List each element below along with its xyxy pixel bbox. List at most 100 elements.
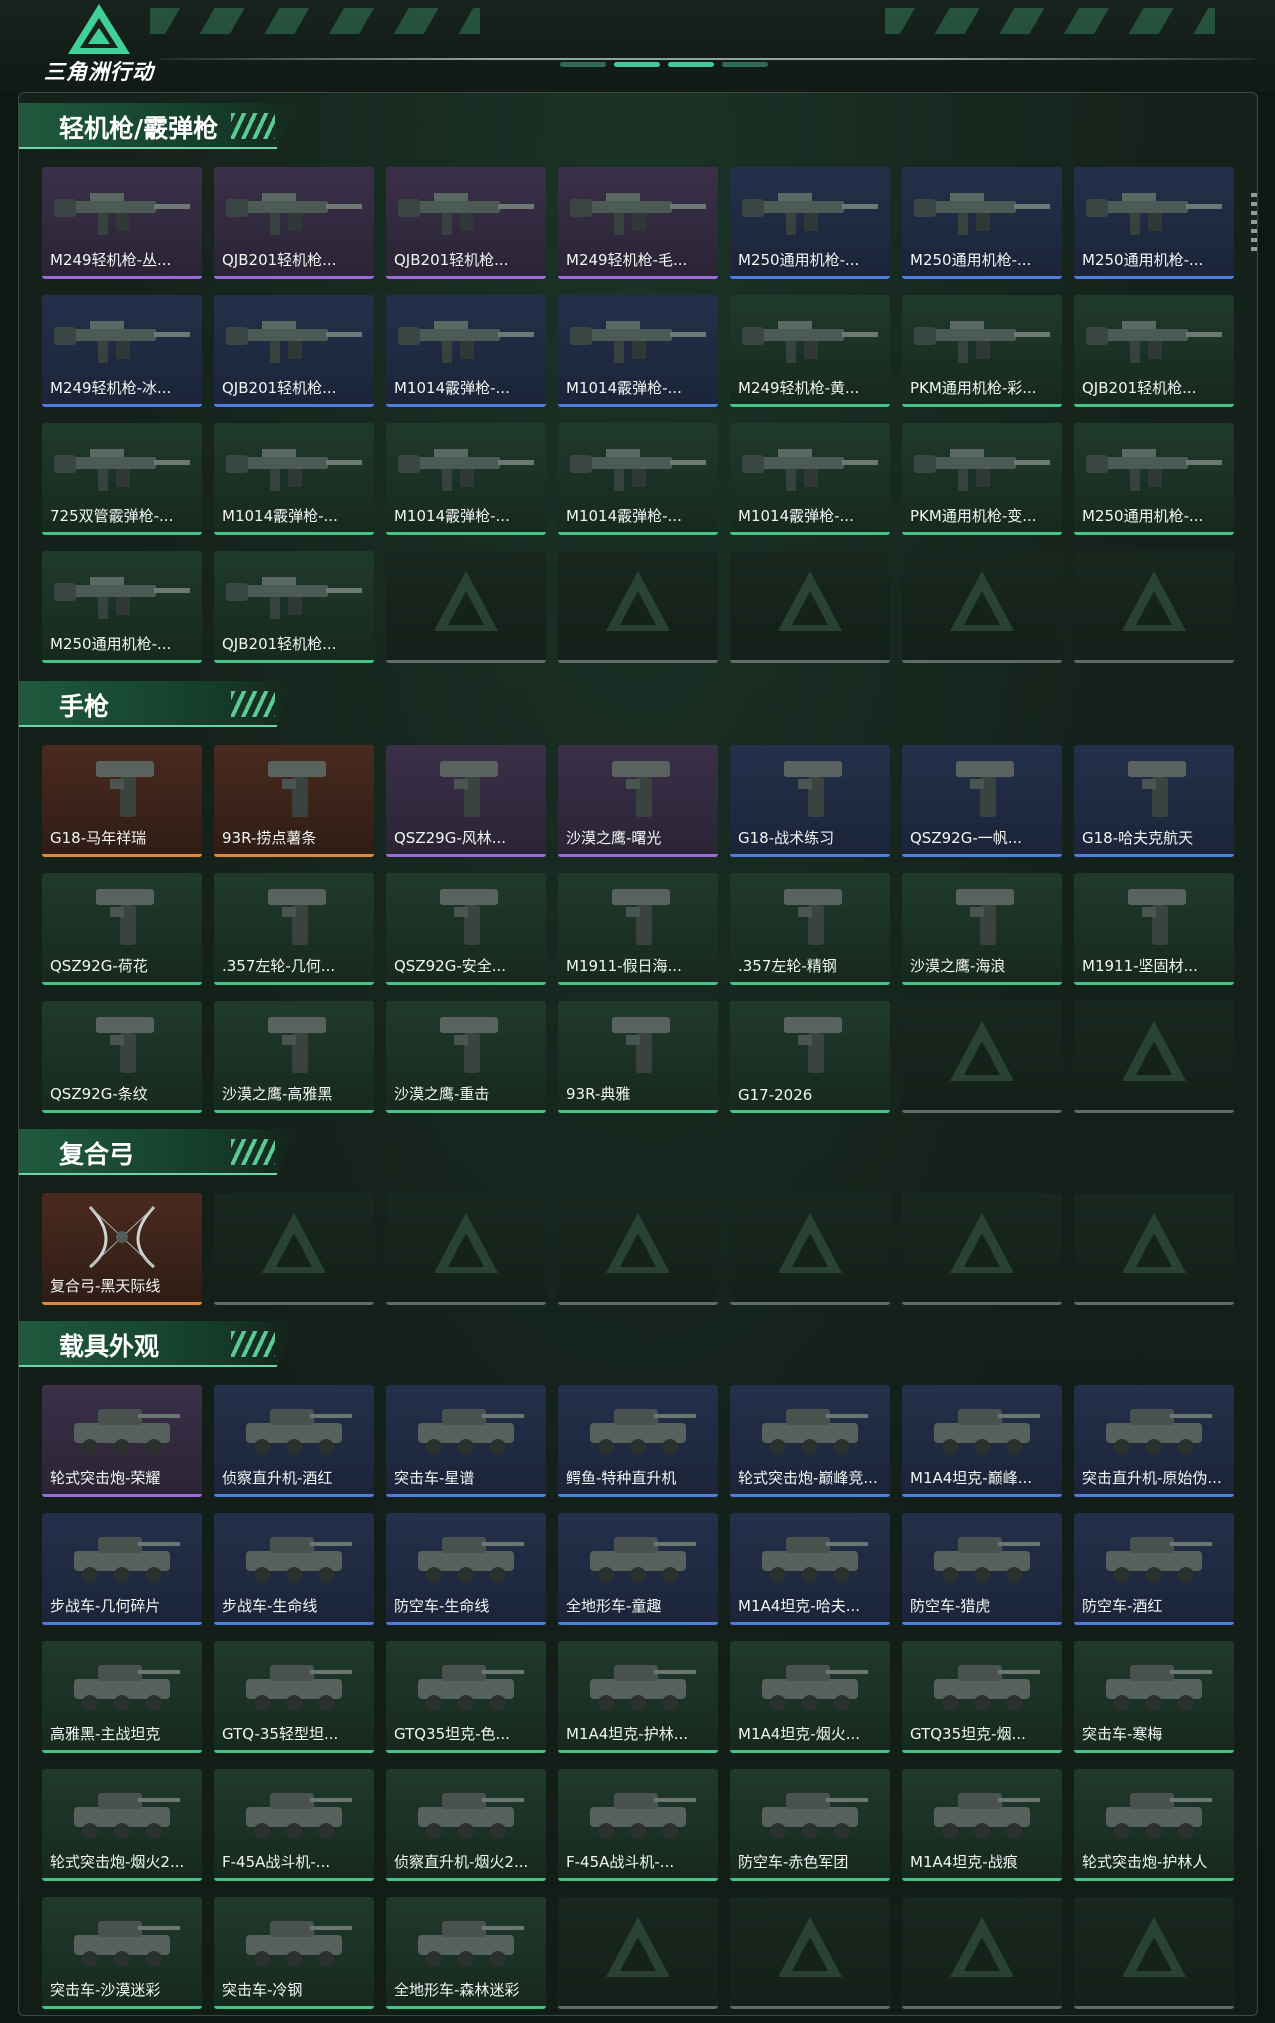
item-card[interactable]: 突击车-星谱 [386,1385,546,1497]
item-thumbnail-icon [762,1409,868,1455]
item-card[interactable]: GTQ-35轻型坦... [214,1641,374,1753]
item-card[interactable]: 沙漠之鹰-重击 [386,1001,546,1113]
item-card[interactable]: M250通用机枪-... [42,551,202,663]
item-card[interactable]: 突击车-冷钢 [214,1897,374,2009]
item-card[interactable]: 全地形车-童趣 [558,1513,718,1625]
item-card[interactable]: F-45A战斗机-... [558,1769,718,1881]
item-card[interactable]: QSZ29G-风林... [386,745,546,857]
item-card[interactable]: 侦察直升机-酒红 [214,1385,374,1497]
item-card[interactable]: PKM通用机枪-变... [902,423,1062,535]
item-card[interactable]: M249轻机枪-毛... [558,167,718,279]
item-card[interactable]: QSZ92G-荷花 [42,873,202,985]
item-grid: M249轻机枪-丛... QJB201轻机枪... QJB201轻机枪... M249… [42,167,1234,663]
item-card[interactable]: 轮式突击炮-烟火2... [42,1769,202,1881]
item-card[interactable]: 步战车-生命线 [214,1513,374,1625]
item-card[interactable]: M249轻机枪-冰... [42,295,202,407]
slot-placeholder-icon [950,1021,1014,1081]
item-card[interactable]: 防空车-酒红 [1074,1513,1234,1625]
item-card[interactable]: F-45A战斗机-... [214,1769,374,1881]
item-card[interactable]: GTQ35坦克-烟... [902,1641,1062,1753]
item-card[interactable]: 步战车-几何碎片 [42,1513,202,1625]
item-thumbnail-icon [440,761,498,817]
item-label: M1A4坦克-哈夫... [738,1597,861,1615]
item-card[interactable]: 全地形车-森林迷彩 [386,1897,546,2009]
item-card[interactable]: 93R-典雅 [558,1001,718,1113]
item-card[interactable]: QSZ92G-一帆... [902,745,1062,857]
item-card[interactable]: .357左轮-精钢 [730,873,890,985]
item-card[interactable]: PKM通用机枪-彩... [902,295,1062,407]
item-thumbnail-icon [226,449,362,491]
item-card[interactable]: QJB201轻机枪... [1074,295,1234,407]
item-card[interactable]: 复合弓-黑天际线 [42,1193,202,1305]
item-label: 步战车-几何碎片 [50,1597,161,1615]
item-card[interactable]: QJB201轻机枪... [214,167,374,279]
item-card[interactable]: QSZ92G-条纹 [42,1001,202,1113]
item-card[interactable]: GTQ35坦克-色... [386,1641,546,1753]
item-label: PKM通用机枪-彩... [910,379,1037,397]
item-thumbnail-icon [226,321,362,363]
item-card[interactable]: M249轻机枪-丛... [42,167,202,279]
item-card[interactable]: 鳄鱼-特种直升机 [558,1385,718,1497]
item-card[interactable]: 侦察直升机-烟火2... [386,1769,546,1881]
item-card[interactable]: 93R-捞点薯条 [214,745,374,857]
item-card[interactable]: QJB201轻机枪... [214,551,374,663]
item-card[interactable]: G17-2026 [730,1001,890,1113]
item-card[interactable]: QSZ92G-安全... [386,873,546,985]
item-card[interactable]: 沙漠之鹰-曙光 [558,745,718,857]
item-thumbnail-icon [246,1793,352,1839]
slot-placeholder-icon [950,571,1014,631]
item-card[interactable]: M250通用机枪-... [1074,167,1234,279]
item-card[interactable]: .357左轮-几何... [214,873,374,985]
item-card[interactable]: M1911-坚固材... [1074,873,1234,985]
item-card[interactable]: M1911-假日海... [558,873,718,985]
item-card[interactable]: 防空车-猎虎 [902,1513,1062,1625]
item-card[interactable]: 防空车-生命线 [386,1513,546,1625]
item-card[interactable]: G18-战术练习 [730,745,890,857]
item-card[interactable]: M1A4坦克-护林... [558,1641,718,1753]
item-card[interactable]: QJB201轻机枪... [214,295,374,407]
item-card[interactable]: G18-哈夫克航天 [1074,745,1234,857]
item-card[interactable]: 突击车-寒梅 [1074,1641,1234,1753]
item-card[interactable]: QJB201轻机枪... [386,167,546,279]
item-label: 突击直升机-原始伪... [1082,1469,1222,1487]
item-thumbnail-icon [440,1017,498,1073]
item-card[interactable]: M250通用机枪-... [1074,423,1234,535]
item-card[interactable]: M1014霰弹枪-... [386,423,546,535]
item-card[interactable]: 轮式突击炮-荣耀 [42,1385,202,1497]
item-card[interactable]: M250通用机枪-... [902,167,1062,279]
item-card[interactable]: M1A4坦克-战痕 [902,1769,1062,1881]
item-label: 侦察直升机-烟火2... [394,1853,529,1871]
item-card[interactable]: M1014霰弹枪-... [558,423,718,535]
item-card[interactable]: M1014霰弹枪-... [386,295,546,407]
item-card[interactable]: M1A4坦克-烟火... [730,1641,890,1753]
item-card[interactable]: M249轻机枪-黄... [730,295,890,407]
item-thumbnail-icon [226,193,362,235]
item-card[interactable]: 轮式突击炮-巅峰竞... [730,1385,890,1497]
item-thumbnail-icon [1128,889,1186,945]
item-card[interactable]: 725双管霰弹枪-... [42,423,202,535]
item-card[interactable]: 防空车-赤色军团 [730,1769,890,1881]
item-thumbnail-icon [784,761,842,817]
item-thumbnail-icon [96,1017,154,1073]
item-card[interactable]: M1A4坦克-哈夫... [730,1513,890,1625]
item-card[interactable]: 轮式突击炮-护林人 [1074,1769,1234,1881]
item-card[interactable]: G18-马年祥瑞 [42,745,202,857]
item-label: 沙漠之鹰-高雅黑 [222,1085,333,1103]
item-thumbnail-icon [246,1665,352,1711]
item-card[interactable]: 突击车-沙漠迷彩 [42,1897,202,2009]
item-card[interactable]: M250通用机枪-... [730,167,890,279]
item-card[interactable]: 高雅黑-主战坦克 [42,1641,202,1753]
item-card[interactable]: 沙漠之鹰-高雅黑 [214,1001,374,1113]
item-thumbnail-icon [246,1537,352,1583]
item-thumbnail-icon [1086,321,1222,363]
item-card[interactable]: M1014霰弹枪-... [558,295,718,407]
item-thumbnail-icon [742,449,878,491]
item-label: M1014霰弹枪-... [394,507,510,525]
item-card[interactable]: 沙漠之鹰-海浪 [902,873,1062,985]
item-card[interactable]: M1014霰弹枪-... [730,423,890,535]
item-card[interactable]: M1A4坦克-巅峰... [902,1385,1062,1497]
item-label: 轮式突击炮-巅峰竞... [738,1469,878,1487]
scrollbar[interactable] [1251,193,1257,253]
item-card[interactable]: 突击直升机-原始伪... [1074,1385,1234,1497]
item-card[interactable]: M1014霰弹枪-... [214,423,374,535]
